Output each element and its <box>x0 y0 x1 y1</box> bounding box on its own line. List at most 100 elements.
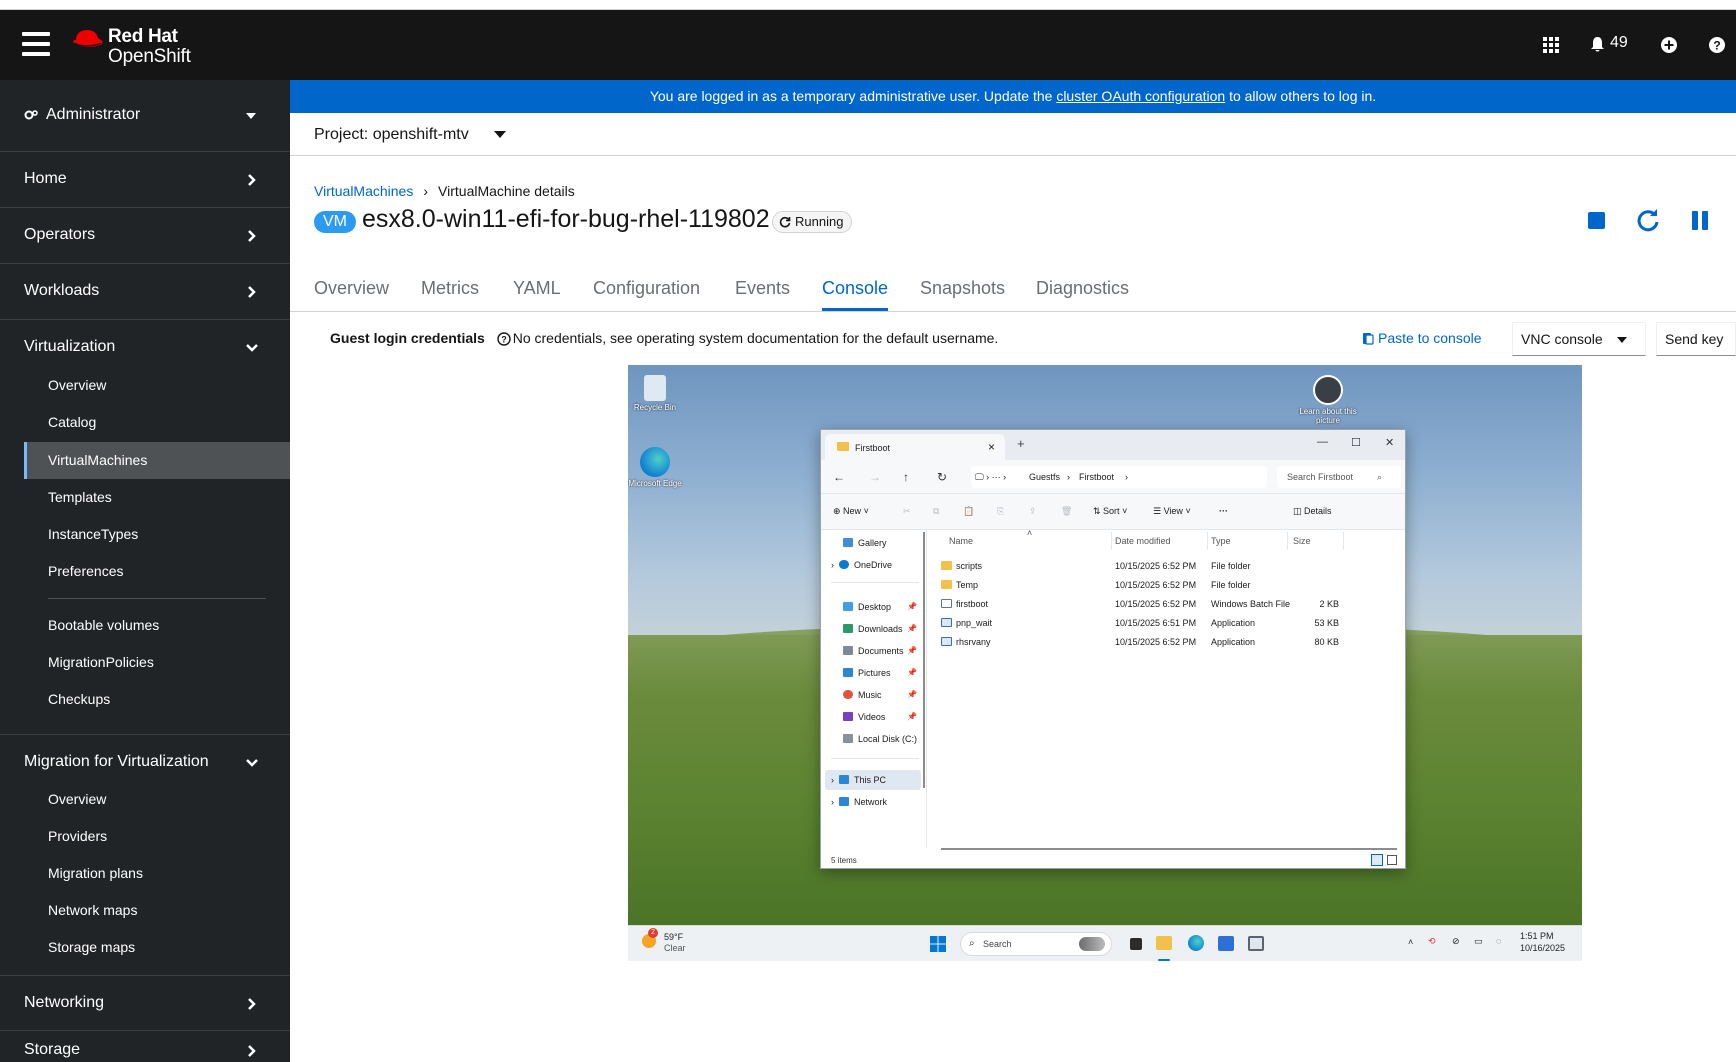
network-tray-icon[interactable]: ⊘ <box>1452 936 1460 947</box>
back-arrow-icon[interactable]: ← <box>833 470 845 484</box>
file-row[interactable]: firstboot 10/15/2025 6:52 PM Windows Bat… <box>937 594 1403 614</box>
recycle-bin-desktop-icon[interactable]: Recycle Bin <box>628 375 685 412</box>
tab-diagnostics[interactable]: Diagnostics <box>1036 278 1129 299</box>
plus-circle-icon[interactable] <box>1656 32 1682 58</box>
windows-start-icon[interactable] <box>930 936 946 952</box>
volume-tray-icon[interactable]: ◌ <box>1496 936 1501 946</box>
learn-about-picture-desktop-icon[interactable]: Learn about this picture <box>1298 375 1358 425</box>
sort-button[interactable]: ⇅ Sort ˅ <box>1093 506 1127 517</box>
breadcrumb-virtualmachines-link[interactable]: VirtualMachines <box>314 183 413 199</box>
file-explorer-taskbar-icon[interactable] <box>1156 936 1172 950</box>
store-taskbar-icon[interactable] <box>1218 936 1234 951</box>
sidebar-item-preferences[interactable]: Preferences <box>24 553 290 590</box>
nav-section-workloads[interactable]: Workloads <box>0 264 290 320</box>
nav-this-pc[interactable]: › This PC <box>831 775 886 785</box>
minimize-icon[interactable]: — <box>1317 436 1328 448</box>
nav-section-storage[interactable]: Storage <box>0 1031 290 1062</box>
redhat-openshift-logo[interactable]: Red Hat OpenShift <box>70 24 200 68</box>
vnc-console-screen[interactable]: Recycle Bin Microsoft Edge Learn about t… <box>628 365 1582 961</box>
sidebar-item-templates[interactable]: Templates <box>24 479 290 516</box>
nav-downloads[interactable]: Downloads <box>843 624 903 634</box>
nav-videos[interactable]: Videos <box>843 712 885 722</box>
taskbar-time[interactable]: 1:51 PM <box>1520 931 1554 941</box>
sidebar-item-checkups[interactable]: Checkups <box>24 681 290 718</box>
maximize-icon[interactable]: ☐ <box>1351 436 1361 449</box>
nav-section-networking[interactable]: Networking <box>0 975 290 1031</box>
tab-configuration[interactable]: Configuration <box>593 278 700 299</box>
task-view-icon[interactable] <box>1130 938 1142 950</box>
share-icon[interactable]: ⇪ <box>1029 506 1037 517</box>
nav-scrollbar[interactable] <box>923 532 925 788</box>
nav-local-disk[interactable]: Local Disk (C:) <box>843 734 917 744</box>
file-row[interactable]: pnp_wait 10/15/2025 6:51 PM Application … <box>937 613 1403 633</box>
details-button[interactable]: ◫ Details <box>1293 506 1332 517</box>
console-type-select[interactable]: VNC console <box>1512 322 1646 356</box>
taskbar-date[interactable]: 10/16/2025 <box>1520 943 1565 953</box>
column-header-date[interactable]: Date modified <box>1115 536 1171 546</box>
delete-icon[interactable]: 🗑 <box>1061 506 1072 517</box>
chevron-up-icon[interactable]: ˄ <box>1408 937 1413 947</box>
tab-events[interactable]: Events <box>735 278 790 299</box>
forward-arrow-icon[interactable]: → <box>869 470 881 484</box>
tab-metrics[interactable]: Metrics <box>421 278 479 299</box>
view-button[interactable]: ☰ View ˅ <box>1153 506 1191 517</box>
more-options-icon[interactable]: ··· <box>1219 506 1228 516</box>
nav-documents[interactable]: Documents <box>843 646 904 656</box>
sidebar-item-instancetypes[interactable]: InstanceTypes <box>24 516 290 553</box>
restart-button[interactable] <box>1634 206 1662 234</box>
close-window-icon[interactable]: ✕ <box>1385 436 1394 449</box>
new-button[interactable]: ⊕ New ˅ <box>833 506 869 517</box>
oauth-config-link[interactable]: cluster OAuth configuration <box>1056 88 1225 104</box>
column-header-name[interactable]: Name <box>949 536 973 546</box>
nav-gallery[interactable]: Gallery <box>843 538 887 548</box>
weather-widget[interactable]: 2 59°F Clear <box>642 928 686 953</box>
nav-network[interactable]: › Network <box>831 797 887 807</box>
file-row[interactable]: Temp 10/15/2025 6:52 PM File folder <box>937 575 1403 595</box>
help-icon[interactable]: ? <box>497 332 511 346</box>
bell-icon[interactable] <box>1584 32 1610 58</box>
app-taskbar-icon[interactable] <box>1248 936 1264 951</box>
new-tab-icon[interactable]: + <box>1017 436 1025 451</box>
rename-icon[interactable]: ⎘ <box>997 506 1004 517</box>
sidebar-item-mtv-overview[interactable]: Overview <box>24 781 290 818</box>
nav-section-operators[interactable]: Operators <box>0 208 290 264</box>
nav-desktop[interactable]: Desktop <box>843 602 891 612</box>
refresh-icon[interactable]: ↻ <box>937 470 947 484</box>
notification-count[interactable]: 49 <box>1610 34 1628 52</box>
paste-to-console-button[interactable]: Paste to console <box>1362 330 1482 346</box>
perspective-switcher[interactable]: Administrator <box>0 80 290 152</box>
horizontal-scrollbar[interactable] <box>941 848 1397 850</box>
sidebar-item-catalog[interactable]: Catalog <box>24 404 290 441</box>
nav-pictures[interactable]: Pictures <box>843 668 891 678</box>
caret-down-icon[interactable] <box>494 131 506 138</box>
display-tray-icon[interactable]: ▭ <box>1474 936 1483 947</box>
tiles-view-icon[interactable] <box>1387 855 1397 865</box>
file-row[interactable]: rhsrvany 10/15/2025 6:52 PM Application … <box>937 632 1403 652</box>
send-key-dropdown[interactable]: Send key <box>1656 322 1736 356</box>
app-launcher-icon[interactable] <box>1538 32 1564 58</box>
nav-onedrive[interactable]: › OneDrive <box>831 560 892 570</box>
stop-button[interactable] <box>1582 206 1610 234</box>
column-header-size[interactable]: Size <box>1293 536 1311 546</box>
tab-overview[interactable]: Overview <box>314 278 389 299</box>
project-selector[interactable]: Project: openshift-mtv <box>314 126 469 144</box>
menu-icon[interactable] <box>22 32 50 58</box>
sidebar-item-migration-plans[interactable]: Migration plans <box>24 855 290 892</box>
tab-console[interactable]: Console <box>822 278 888 299</box>
cut-icon[interactable]: ✂ <box>903 506 911 517</box>
edge-desktop-icon[interactable]: Microsoft Edge <box>628 447 685 488</box>
nav-music[interactable]: Music <box>843 690 882 700</box>
nav-section-home[interactable]: Home <box>0 152 290 208</box>
edge-taskbar-icon[interactable] <box>1188 935 1204 951</box>
path-segment[interactable]: Firstboot <box>1079 472 1114 482</box>
file-row[interactable]: scripts 10/15/2025 6:52 PM File folder <box>937 556 1403 576</box>
explorer-search-input[interactable]: Search Firstboot ⌕ <box>1277 466 1401 488</box>
pause-button[interactable] <box>1686 206 1714 234</box>
file-explorer-window[interactable]: Firstboot × + — ☐ ✕ ← → ↑ ↻ 🖵 › ··· › Gu… <box>820 429 1406 869</box>
security-tray-icon[interactable]: ⟲ <box>1428 936 1436 947</box>
column-header-type[interactable]: Type <box>1211 536 1231 546</box>
path-segment[interactable]: Guestfs <box>1029 472 1060 482</box>
tab-snapshots[interactable]: Snapshots <box>920 278 1005 299</box>
sidebar-item-virtualmachines[interactable]: VirtualMachines <box>24 442 290 479</box>
up-arrow-icon[interactable]: ↑ <box>903 470 909 484</box>
